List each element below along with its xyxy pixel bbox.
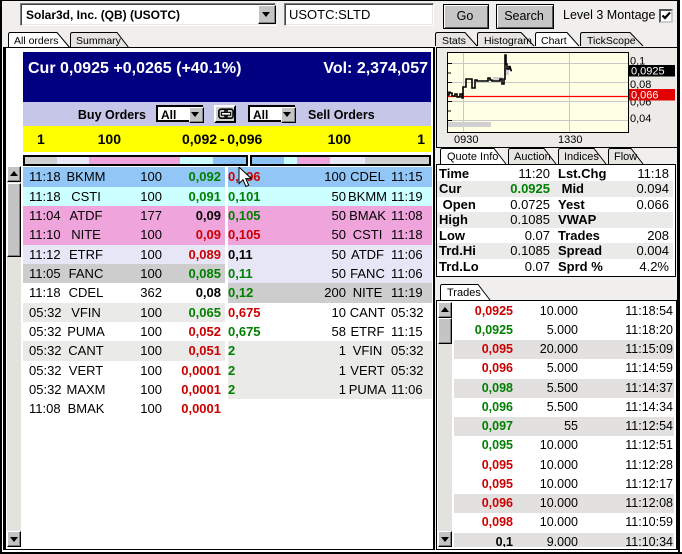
svg-text:0930: 0930: [454, 134, 478, 146]
svg-text:TickScope: TickScope: [587, 35, 636, 47]
svg-text:Flow: Flow: [614, 151, 637, 163]
svg-text:All orders: All orders: [14, 35, 58, 47]
svg-text:Summary: Summary: [76, 35, 122, 47]
svg-text:Trades: Trades: [447, 287, 481, 299]
svg-text:Histogram: Histogram: [484, 35, 532, 47]
svg-text:Stats: Stats: [442, 35, 466, 47]
svg-text:0,04: 0,04: [630, 113, 651, 125]
svg-text:Indices: Indices: [564, 151, 599, 163]
svg-text:0,0925: 0,0925: [631, 66, 665, 78]
svg-text:1330: 1330: [558, 134, 582, 146]
svg-text:Quote Info: Quote Info: [447, 151, 498, 163]
svg-text:Auction: Auction: [514, 151, 551, 163]
svg-text:Chart: Chart: [541, 35, 567, 47]
svg-text:0,066: 0,066: [631, 90, 659, 102]
